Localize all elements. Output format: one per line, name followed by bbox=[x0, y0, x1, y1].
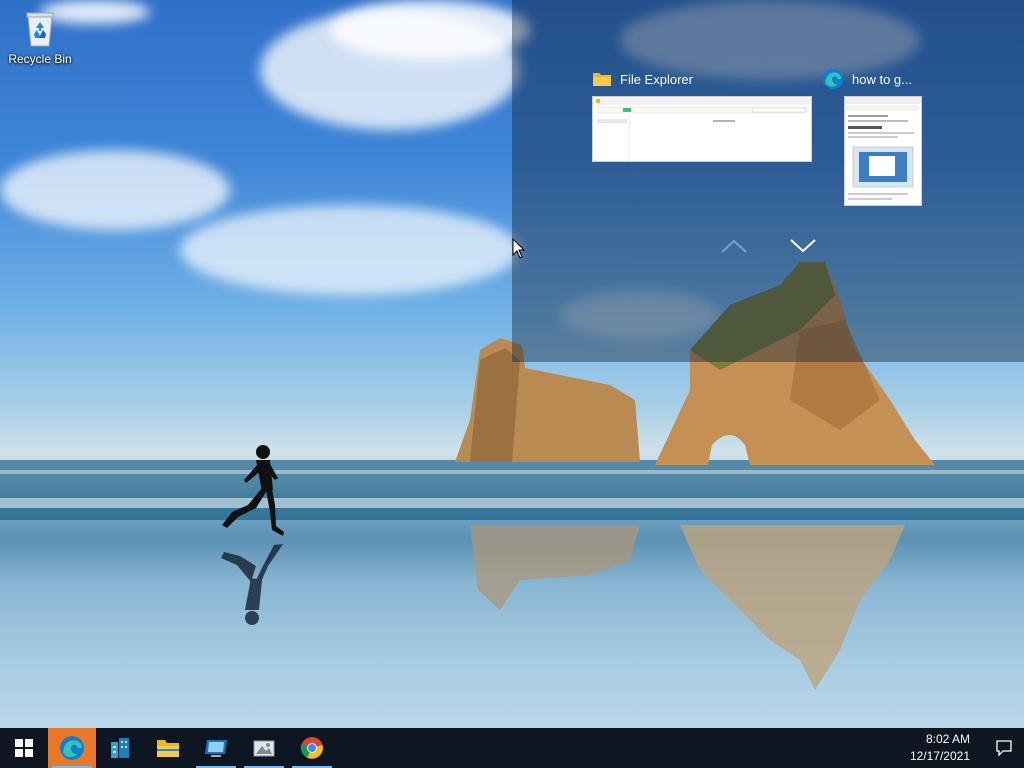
window-thumbnail-edge[interactable]: how to g... bbox=[822, 68, 922, 206]
action-center-button[interactable] bbox=[984, 728, 1024, 768]
taskbar-clock[interactable]: 8:02 AM 12/17/2021 bbox=[902, 731, 984, 765]
folder-icon bbox=[593, 73, 611, 86]
window-thumbnail-header: how to g... bbox=[822, 68, 912, 90]
edge-icon bbox=[60, 736, 84, 760]
window-title: File Explorer bbox=[620, 71, 693, 87]
window-title: how to g... bbox=[852, 71, 912, 87]
window-thumbnail-file-explorer[interactable]: File Explorer bbox=[592, 68, 812, 162]
system-tray: 8:02 AM 12/17/2021 bbox=[902, 728, 1024, 768]
clock-time: 8:02 AM bbox=[925, 732, 970, 746]
desktop-icon-recycle-bin[interactable]: Recycle Bin bbox=[4, 8, 76, 66]
chrome-icon bbox=[300, 737, 323, 759]
window-preview-file-explorer[interactable] bbox=[592, 96, 812, 162]
mouse-cursor-icon bbox=[512, 238, 526, 259]
taskbar-app-image-viewer[interactable] bbox=[240, 728, 288, 768]
window-thumbnail-header: File Explorer bbox=[592, 68, 812, 90]
taskbar-app-chrome[interactable] bbox=[288, 728, 336, 768]
window-preview-edge[interactable] bbox=[844, 96, 922, 206]
explorer-preview-content bbox=[593, 97, 811, 161]
taskbar-app-server-manager[interactable] bbox=[96, 728, 144, 768]
taskbar: 8:02 AM 12/17/2021 bbox=[0, 728, 1024, 768]
folder-icon bbox=[157, 740, 179, 757]
taskbar-app-remote-desktop[interactable] bbox=[192, 728, 240, 768]
recycle-bin-icon bbox=[26, 12, 54, 47]
start-button[interactable] bbox=[0, 728, 48, 768]
chevron-down-icon[interactable] bbox=[789, 238, 817, 254]
taskbar-app-edge[interactable] bbox=[48, 728, 96, 768]
server-manager-icon bbox=[111, 738, 129, 758]
edge-icon bbox=[822, 68, 844, 90]
image-viewer-icon bbox=[253, 740, 275, 757]
chevron-up-icon[interactable] bbox=[720, 238, 748, 254]
clock-date: 12/17/2021 bbox=[909, 749, 970, 763]
action-center-icon bbox=[996, 740, 1012, 757]
windows-logo-icon bbox=[15, 739, 33, 757]
task-view-overlay: File Explorer how to g... bbox=[512, 0, 1024, 362]
edge-preview-content bbox=[845, 97, 921, 200]
remote-desktop-icon bbox=[205, 740, 227, 757]
taskbar-app-file-explorer[interactable] bbox=[144, 728, 192, 768]
desktop-icon-label: Recycle Bin bbox=[8, 52, 72, 66]
